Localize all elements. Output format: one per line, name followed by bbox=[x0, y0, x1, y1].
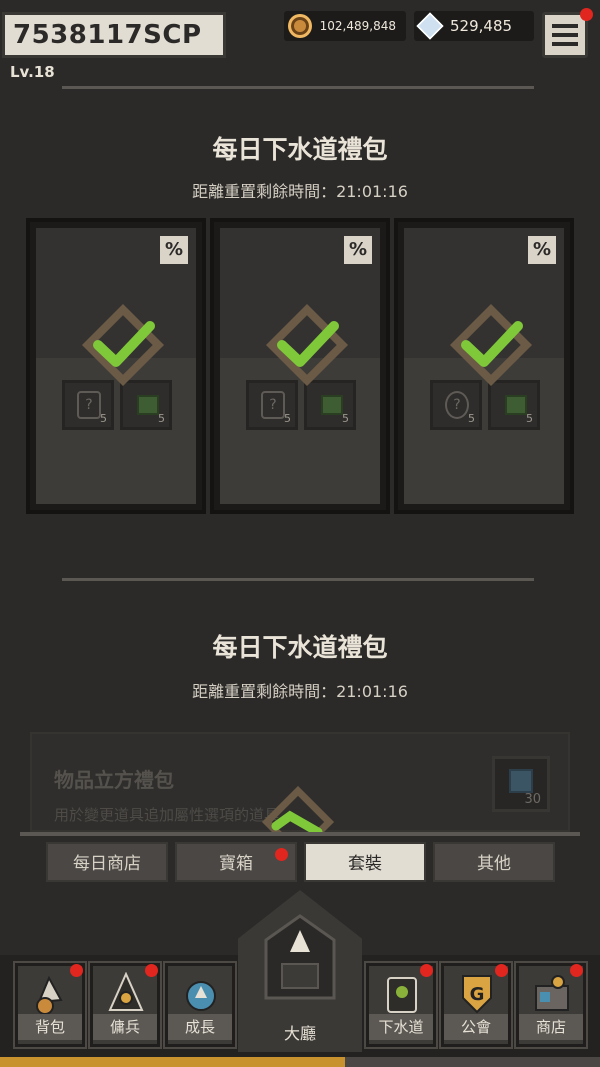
claimed-check-icon bbox=[265, 303, 349, 387]
tab-notification-badge bbox=[275, 848, 288, 861]
item-count: 5 bbox=[158, 412, 165, 425]
item-count: 5 bbox=[342, 412, 349, 425]
coin-value: 102,489,848 bbox=[319, 19, 396, 33]
blue-cube-icon: 30 bbox=[492, 756, 550, 812]
gem-counter[interactable]: 529,485 bbox=[414, 11, 534, 41]
cube-shape bbox=[321, 395, 343, 415]
item-count: 5 bbox=[284, 412, 291, 425]
reset-timer: 距離重置剩餘時間：21:01:16 bbox=[192, 182, 408, 201]
nav-label: 背包 bbox=[18, 1014, 82, 1040]
cube-shape bbox=[509, 769, 533, 793]
svg-text:G: G bbox=[470, 984, 485, 1005]
exp-bar-fill bbox=[0, 1057, 345, 1067]
claimed-check-icon bbox=[261, 786, 335, 832]
mercenary-icon bbox=[108, 972, 144, 1011]
nav-notification-badge bbox=[495, 964, 508, 977]
nav-label: 大廳 bbox=[283, 1024, 316, 1043]
shop-icon bbox=[535, 975, 569, 1011]
nav-notification-badge bbox=[420, 964, 433, 977]
tab-other[interactable]: 其他 bbox=[433, 842, 555, 882]
daily-pack-card[interactable]: % ? 5 5 bbox=[210, 218, 390, 514]
item-count: 30 bbox=[524, 792, 541, 807]
pack-card-body: % ? 5 5 bbox=[220, 228, 380, 504]
discount-tag: % bbox=[528, 236, 556, 264]
nav-notification-badge bbox=[570, 964, 583, 977]
item-count: 5 bbox=[468, 412, 475, 425]
tab-daily-shop[interactable]: 每日商店 bbox=[46, 842, 168, 882]
menu-icon bbox=[552, 24, 578, 28]
section-title: 每日下水道禮包 bbox=[212, 135, 388, 164]
pack-card-body: % ? 5 5 bbox=[36, 228, 196, 504]
nav-label: 下水道 bbox=[369, 1014, 433, 1040]
menu-icon-bar bbox=[552, 42, 578, 46]
sewer-icon bbox=[387, 977, 417, 1013]
tab-label: 寶箱 bbox=[219, 854, 253, 874]
hall-icon bbox=[264, 914, 336, 1000]
question-mark-icon: ? bbox=[77, 391, 101, 419]
section-title: 每日下水道禮包 bbox=[212, 633, 388, 662]
cube-pack-description: 用於變更道具追加屬性選項的道具 bbox=[54, 806, 280, 824]
player-name-box[interactable]: 7538117SCP bbox=[2, 12, 226, 58]
divider bbox=[62, 578, 534, 581]
coin-icon bbox=[288, 14, 312, 38]
tab-bundle[interactable]: 套裝 bbox=[304, 842, 426, 882]
nav-label: 成長 bbox=[168, 1014, 232, 1040]
cube-shape bbox=[137, 395, 159, 415]
nav-notification-badge bbox=[145, 964, 158, 977]
nav-label: 傭兵 bbox=[93, 1014, 157, 1040]
tab-label: 其他 bbox=[477, 854, 511, 874]
gem-icon bbox=[416, 12, 444, 40]
nav-notification-badge bbox=[70, 964, 83, 977]
menu-notification-badge bbox=[580, 8, 593, 21]
growth-icon bbox=[186, 981, 216, 1011]
claimed-check-icon bbox=[81, 303, 165, 387]
cube-pack-card[interactable]: 物品立方禮包 用於變更道具追加屬性選項的道具 30 bbox=[30, 732, 570, 832]
daily-pack-card[interactable]: % ? 5 5 bbox=[26, 218, 206, 514]
menu-icon-bar bbox=[552, 33, 578, 37]
nav-label: 商店 bbox=[519, 1014, 583, 1040]
reset-timer: 距離重置剩餘時間：21:01:16 bbox=[192, 682, 408, 701]
guild-icon: G bbox=[462, 975, 492, 1014]
item-count: 5 bbox=[100, 412, 107, 425]
cube-pack-title: 物品立方禮包 bbox=[54, 768, 174, 792]
gem-value: 529,485 bbox=[450, 17, 513, 35]
cube-shape bbox=[505, 395, 527, 415]
divider bbox=[62, 86, 534, 89]
claimed-check-icon bbox=[449, 303, 533, 387]
tab-label: 每日商店 bbox=[73, 854, 141, 874]
tabs-divider bbox=[20, 832, 580, 836]
daily-pack-card[interactable]: % ? 5 5 bbox=[394, 218, 574, 514]
question-mark-icon: ? bbox=[445, 391, 469, 419]
nav-label: 公會 bbox=[444, 1014, 508, 1040]
coin-counter[interactable]: 102,489,848 bbox=[284, 11, 406, 41]
item-count: 5 bbox=[526, 412, 533, 425]
discount-tag: % bbox=[160, 236, 188, 264]
question-mark-icon: ? bbox=[261, 391, 285, 419]
nav-growth[interactable]: 成長 bbox=[163, 961, 237, 1049]
tab-label: 套裝 bbox=[348, 854, 382, 874]
player-name: 7538117SCP bbox=[13, 20, 202, 50]
pack-card-body: % ? 5 5 bbox=[404, 228, 564, 504]
discount-tag: % bbox=[344, 236, 372, 264]
backpack-icon bbox=[36, 975, 63, 1015]
player-level: Lv.18 bbox=[10, 63, 55, 81]
